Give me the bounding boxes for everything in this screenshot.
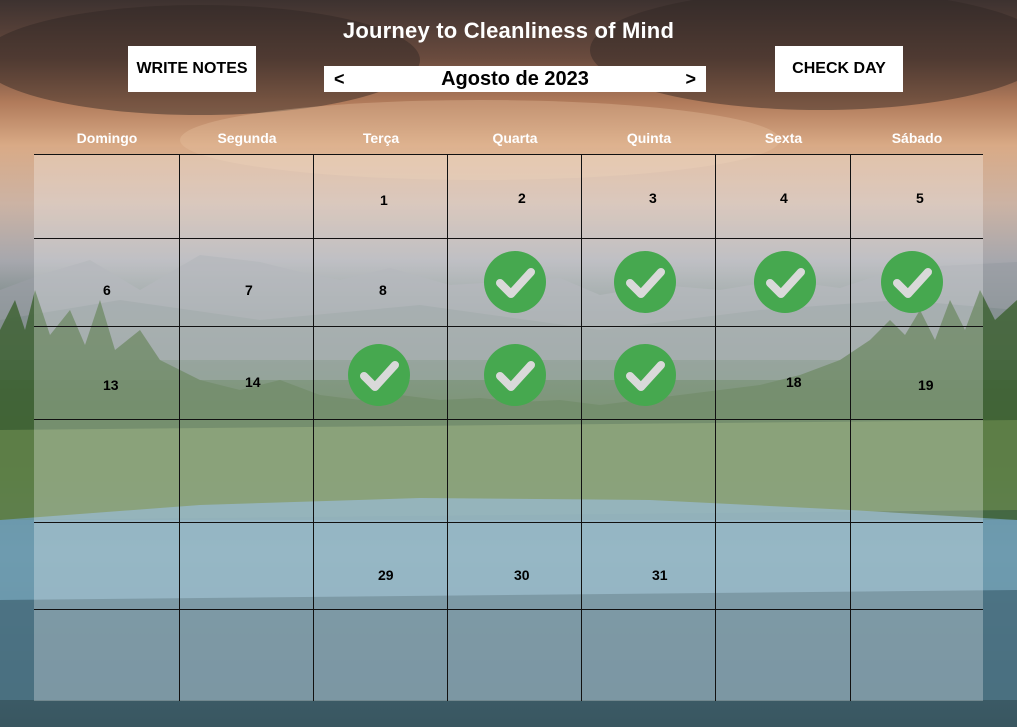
calendar-day-cell[interactable] — [314, 610, 448, 701]
page-title: Journey to Cleanliness of Mind — [342, 18, 675, 43]
calendar-day-cell[interactable] — [314, 420, 448, 523]
weekday-header: Domingo Segunda Terça Quarta Quinta Sexta Sába… — [34, 130, 983, 148]
check-circle-icon — [348, 344, 410, 406]
weekday-label: Sexta — [764, 130, 803, 146]
calendar-day-cell[interactable] — [716, 327, 851, 420]
check-circle-icon — [614, 344, 676, 406]
calendar-day-cell[interactable] — [34, 327, 180, 420]
weekday-label: Quarta — [492, 130, 538, 146]
calendar-day-cell[interactable] — [34, 610, 180, 701]
month-label: Agosto de 2023 — [441, 67, 589, 90]
check-day-button[interactable]: CHECK DAY — [775, 46, 903, 92]
day-number: 29 — [378, 567, 394, 583]
day-number: 30 — [514, 567, 530, 583]
calendar-day-cell[interactable] — [716, 523, 851, 610]
calendar-day-cell[interactable] — [34, 154, 180, 239]
day-number: 18 — [786, 374, 802, 390]
day-number: 3 — [649, 190, 657, 206]
calendar-day-cell[interactable] — [448, 610, 582, 701]
day-number: 19 — [918, 377, 934, 393]
day-number: 6 — [103, 282, 111, 298]
day-number: 31 — [652, 567, 668, 583]
calendar-day-cell[interactable] — [716, 610, 851, 701]
write-notes-button[interactable]: WRITE NOTES — [128, 46, 256, 92]
calendar-day-cell[interactable] — [851, 420, 983, 523]
calendar-day-cell[interactable] — [851, 610, 983, 701]
weekday-label: Terça — [362, 130, 400, 146]
day-number: 7 — [245, 282, 253, 298]
weekday-label: Domingo — [76, 130, 138, 146]
day-number: 4 — [780, 190, 788, 206]
weekday-label: Quinta — [626, 130, 672, 146]
day-number: 14 — [245, 374, 261, 390]
calendar-day-cell[interactable] — [582, 523, 716, 610]
calendar-day-cell[interactable] — [851, 327, 983, 420]
check-circle-icon — [614, 251, 676, 313]
calendar-grid: 1 2 3 4 5 6 7 8 13 14 18 19 29 30 31 — [34, 154, 983, 701]
calendar-day-cell[interactable] — [716, 420, 851, 523]
calendar-day-cell[interactable] — [180, 610, 314, 701]
calendar-day-cell[interactable] — [180, 523, 314, 610]
month-navigator: < Agosto de 2023 > — [324, 66, 706, 92]
chevron-left-icon[interactable]: < — [324, 69, 355, 90]
calendar-day-cell[interactable] — [851, 523, 983, 610]
day-number: 2 — [518, 190, 526, 206]
day-number: 5 — [916, 190, 924, 206]
check-circle-icon — [754, 251, 816, 313]
weekday-label: Sábado — [891, 130, 943, 146]
calendar-day-cell[interactable] — [582, 610, 716, 701]
calendar-day-cell[interactable] — [448, 154, 582, 239]
calendar-day-cell[interactable] — [448, 420, 582, 523]
weekday-label: Segunda — [217, 130, 277, 146]
calendar-day-cell[interactable] — [180, 154, 314, 239]
check-circle-icon — [484, 251, 546, 313]
calendar-day-cell[interactable] — [34, 523, 180, 610]
calendar-day-cell[interactable] — [582, 420, 716, 523]
check-circle-icon — [881, 251, 943, 313]
day-number: 8 — [379, 282, 387, 298]
day-number: 13 — [103, 377, 119, 393]
calendar-day-cell[interactable] — [34, 420, 180, 523]
calendar-day-cell[interactable] — [180, 420, 314, 523]
day-number: 1 — [380, 192, 388, 208]
check-circle-icon — [484, 344, 546, 406]
chevron-right-icon[interactable]: > — [675, 69, 706, 90]
